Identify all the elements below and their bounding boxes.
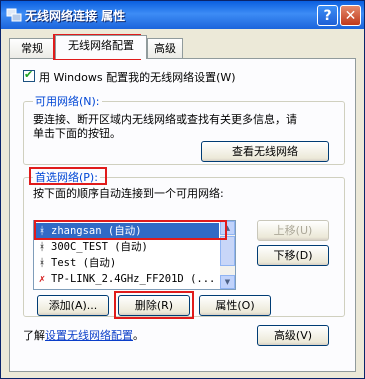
properties-window: 无线网络连接 属性 ? ✕ 常规 无线网络配置 高级 用 Windows 配置我… bbox=[0, 0, 365, 379]
delete-button[interactable]: 删除(R) bbox=[118, 295, 190, 316]
advanced-button[interactable]: 高级(V) bbox=[257, 325, 329, 346]
move-up-button[interactable]: 上移(U) bbox=[257, 220, 329, 241]
tab-advanced[interactable]: 高级 bbox=[147, 38, 183, 58]
properties-button[interactable]: 属性(O) bbox=[199, 295, 271, 316]
scroll-thumb[interactable] bbox=[220, 236, 235, 266]
scroll-down-arrow-icon[interactable]: ▼ bbox=[220, 275, 235, 289]
list-item-label: zhangsan (自动) bbox=[51, 225, 142, 237]
antenna-disconnected-icon: ✗ bbox=[38, 273, 46, 285]
list-item-label: 300C_TEST (自动) bbox=[51, 241, 148, 253]
list-item[interactable]: ᚼ 300C_TEST (自动) bbox=[36, 239, 219, 255]
learn-text: 了解设置无线网络配置。 bbox=[23, 327, 144, 343]
antenna-icon: ᚼ bbox=[38, 241, 46, 253]
network-connection-icon bbox=[6, 8, 22, 22]
title-bar[interactable]: 无线网络连接 属性 ? ✕ bbox=[1, 1, 364, 29]
list-scrollbar[interactable]: ▲ ▼ bbox=[220, 221, 235, 289]
list-item-label: TP-LINK_2.4GHz_FF201D (... bbox=[51, 273, 216, 285]
available-networks-desc-line2: 单击下面的按钮。 bbox=[33, 127, 121, 140]
preferred-networks-legend: 首选网络(P): bbox=[33, 169, 100, 185]
learn-suffix: 。 bbox=[133, 329, 144, 342]
wireless-antenna-icon: ᚼ bbox=[38, 225, 46, 237]
move-down-button[interactable]: 下移(D) bbox=[257, 245, 329, 266]
list-item-label: Test (自动) bbox=[51, 257, 117, 269]
list-item[interactable]: ✗ TP-LINK_2.4GHz_FF201D (... bbox=[36, 271, 219, 287]
preferred-networks-desc: 按下面的顺序自动连接到一个可用网络: bbox=[33, 187, 224, 200]
antenna-icon: ᚼ bbox=[38, 257, 46, 269]
tab-general[interactable]: 常规 bbox=[9, 38, 55, 58]
help-button[interactable]: ? bbox=[317, 5, 338, 26]
available-networks-legend: 可用网络(N): bbox=[33, 93, 102, 109]
window-title: 无线网络连接 属性 bbox=[25, 9, 126, 23]
add-button[interactable]: 添加(A)... bbox=[37, 295, 109, 316]
tab-wireless-networks[interactable]: 无线网络配置 bbox=[55, 35, 147, 59]
scroll-up-arrow-icon[interactable]: ▲ bbox=[220, 221, 235, 235]
preferred-networks-list[interactable]: ᚼ zhangsan (自动) ᚼ 300C_TEST (自动) ᚼ Test (自动… bbox=[33, 220, 236, 290]
view-wireless-networks-button[interactable]: 查看无线网络 bbox=[201, 141, 329, 162]
use-windows-checkbox[interactable] bbox=[23, 68, 35, 82]
list-item[interactable]: ᚼ Test (自动) bbox=[36, 255, 219, 271]
list-item[interactable]: ᚼ zhangsan (自动) bbox=[36, 223, 219, 239]
close-button[interactable]: ✕ bbox=[340, 5, 361, 26]
use-windows-label: 用 Windows 配置我的无线网络设置(W) bbox=[39, 71, 236, 84]
learn-prefix: 了解 bbox=[23, 329, 45, 342]
learn-link[interactable]: 设置无线网络配置 bbox=[45, 329, 133, 342]
